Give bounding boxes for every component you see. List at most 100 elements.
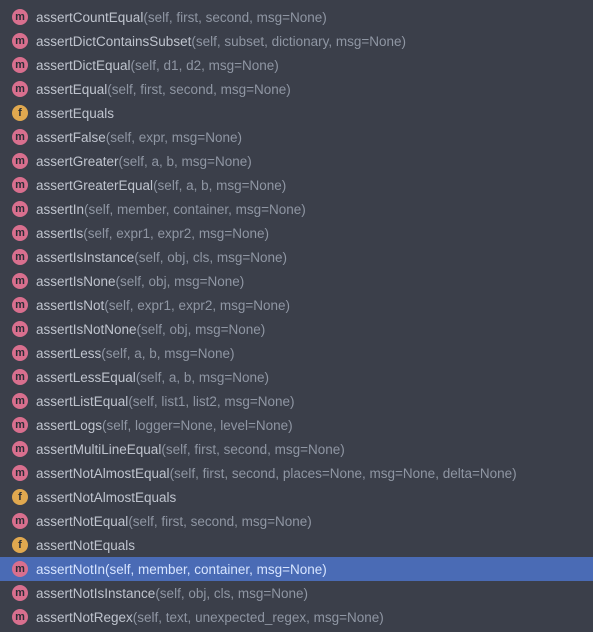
method-icon: m	[12, 417, 28, 433]
completion-name: assertNotIsInstance	[36, 586, 155, 601]
method-icon: m	[12, 393, 28, 409]
completion-name: assertNotRegex	[36, 610, 133, 625]
completion-name: assertNotEquals	[36, 538, 135, 553]
completion-item-assertNotEqual[interactable]: m assertNotEqual(self, first, second, msg…	[0, 509, 593, 533]
completion-name: assertGreaterEqual	[36, 178, 153, 193]
completion-name: assertNotAlmostEqual	[36, 466, 170, 481]
completion-params: (self, list1, list2, msg=None)	[128, 394, 294, 409]
completion-item-assertFalse[interactable]: m assertFalse(self, expr, msg=None)	[0, 125, 593, 149]
completion-item-assertNotIn[interactable]: massertNotIn(self, member, container, ms…	[0, 557, 593, 581]
completion-item-assertNotAlmostEqual[interactable]: m assertNotAlmostEqual(self, first, secon…	[0, 461, 593, 485]
completion-params: (self, obj, cls, msg=None)	[155, 586, 308, 601]
completion-item-assertListEqual[interactable]: m assertListEqual(self, list1, list2, msg…	[0, 389, 593, 413]
method-icon: m	[12, 585, 28, 601]
completion-name: assertNotEqual	[36, 514, 128, 529]
completion-name: assertDictEqual	[36, 58, 131, 73]
field-icon: f	[12, 489, 28, 505]
completion-name: assertIs	[36, 226, 83, 241]
method-icon: m	[12, 609, 28, 625]
completion-params: (self, first, second, places=None, msg=N…	[170, 466, 517, 481]
completion-params: (self, a, b, msg=None)	[119, 154, 252, 169]
completion-name: assertEquals	[36, 106, 114, 121]
completion-name: assertNotAlmostEquals	[36, 490, 176, 505]
completion-item-assertIsNot[interactable]: m assertIsNot(self, expr1, expr2, msg=Non…	[0, 293, 593, 317]
completion-params: (self, text, unexpected_regex, msg=None)	[133, 610, 384, 625]
completion-params: (self, a, b, msg=None)	[136, 370, 269, 385]
completion-params: (self, a, b, msg=None)	[101, 346, 234, 361]
method-icon: m	[12, 153, 28, 169]
field-icon: f	[12, 537, 28, 553]
autocomplete-list: massertCountEqual(self, first, second, m…	[0, 0, 593, 629]
method-icon: m	[12, 177, 28, 193]
method-icon: m	[12, 249, 28, 265]
completion-item-assertLogs[interactable]: m assertLogs(self, logger=None, level=Non…	[0, 413, 593, 437]
method-icon: m	[12, 129, 28, 145]
completion-name: assertEqual	[36, 82, 107, 97]
completion-params: (self, expr1, expr2, msg=None)	[104, 298, 290, 313]
completion-params: (self, first, second, msg=None)	[161, 442, 344, 457]
completion-name: assertListEqual	[36, 394, 128, 409]
completion-item-assertGreater[interactable]: m assertGreater(self, a, b, msg=None)	[0, 149, 593, 173]
method-icon: m	[12, 57, 28, 73]
method-icon: m	[12, 465, 28, 481]
method-icon: m	[12, 273, 28, 289]
completion-params: (self, logger=None, level=None)	[102, 418, 293, 433]
completion-name: assertLess	[36, 346, 101, 361]
completion-item-assertDictEqual[interactable]: m assertDictEqual(self, d1, d2, msg=None)	[0, 53, 593, 77]
completion-name: assertFalse	[36, 130, 106, 145]
completion-item-assertIsNotNone[interactable]: massertIsNotNone(self, obj, msg=None)	[0, 317, 593, 341]
completion-params: (self, expr1, expr2, msg=None)	[83, 226, 269, 241]
completion-params: (self, obj, msg=None)	[137, 322, 266, 337]
completion-params: (self, first, second, msg=None)	[143, 10, 326, 25]
completion-item-assertNotEquals[interactable]: f assertNotEquals	[0, 533, 593, 557]
completion-params: (self, member, container, msg=None)	[105, 562, 327, 577]
completion-params: (self, subset, dictionary, msg=None)	[191, 34, 406, 49]
completion-item-assertMultiLineEqual[interactable]: m assertMultiLineEqual(self, first, secon…	[0, 437, 593, 461]
completion-params: (self, obj, msg=None)	[116, 274, 245, 289]
method-icon: m	[12, 81, 28, 97]
completion-name: assertDictContainsSubset	[36, 34, 191, 49]
completion-name: assertIsInstance	[36, 250, 134, 265]
completion-name: assertLogs	[36, 418, 102, 433]
completion-name: assertIsNone	[36, 274, 116, 289]
completion-item-assertIn[interactable]: m assertIn(self, member, container, msg=N…	[0, 197, 593, 221]
method-icon: m	[12, 33, 28, 49]
completion-item-assertIsNone[interactable]: m assertIsNone(self, obj, msg=None)	[0, 269, 593, 293]
completion-item-assertEqual[interactable]: m assertEqual(self, first, second, msg=No…	[0, 77, 593, 101]
completion-params: (self, first, second, msg=None)	[107, 82, 290, 97]
method-icon: m	[12, 321, 28, 337]
completion-name: assertCountEqual	[36, 10, 143, 25]
method-icon: m	[12, 561, 28, 577]
completion-name: assertLessEqual	[36, 370, 136, 385]
completion-name: assertIn	[36, 202, 84, 217]
completion-params: (self, first, second, msg=None)	[128, 514, 311, 529]
field-icon: f	[12, 105, 28, 121]
method-icon: m	[12, 297, 28, 313]
completion-item-assertIsInstance[interactable]: m assertIsInstance(self, obj, cls, msg=No…	[0, 245, 593, 269]
completion-item-assertNotIsInstance[interactable]: m assertNotIsInstance(self, obj, cls, msg…	[0, 581, 593, 605]
completion-item-assertNotAlmostEquals[interactable]: f assertNotAlmostEquals	[0, 485, 593, 509]
method-icon: m	[12, 201, 28, 217]
completion-item-assertIs[interactable]: m assertIs(self, expr1, expr2, msg=None)	[0, 221, 593, 245]
completion-item-assertDictContainsSubset[interactable]: m assertDictContainsSubset(self, subset, …	[0, 29, 593, 53]
completion-item-assertEquals[interactable]: f assertEquals	[0, 101, 593, 125]
completion-item-assertGreaterEqual[interactable]: m assertGreaterEqual(self, a, b, msg=None…	[0, 173, 593, 197]
method-icon: m	[12, 345, 28, 361]
completion-name: assertIsNot	[36, 298, 104, 313]
completion-name: assertGreater	[36, 154, 119, 169]
method-icon: m	[12, 513, 28, 529]
completion-params: (self, member, container, msg=None)	[84, 202, 306, 217]
method-icon: m	[12, 369, 28, 385]
completion-item-assertCountEqual[interactable]: m assertCountEqual(self, first, second, m…	[0, 5, 593, 29]
completion-item-assertLess[interactable]: m assertLess(self, a, b, msg=None)	[0, 341, 593, 365]
completion-item-assertNotRegex[interactable]: m assertNotRegex(self, text, unexpected_r…	[0, 605, 593, 629]
completion-name: assertMultiLineEqual	[36, 442, 161, 457]
method-icon: m	[12, 9, 28, 25]
method-icon: m	[12, 441, 28, 457]
completion-params: (self, obj, cls, msg=None)	[134, 250, 287, 265]
completion-params: (self, expr, msg=None)	[106, 130, 242, 145]
completion-params: (self, d1, d2, msg=None)	[131, 58, 279, 73]
completion-item-assertLessEqual[interactable]: m assertLessEqual(self, a, b, msg=None)	[0, 365, 593, 389]
method-icon: m	[12, 225, 28, 241]
completion-params: (self, a, b, msg=None)	[153, 178, 286, 193]
